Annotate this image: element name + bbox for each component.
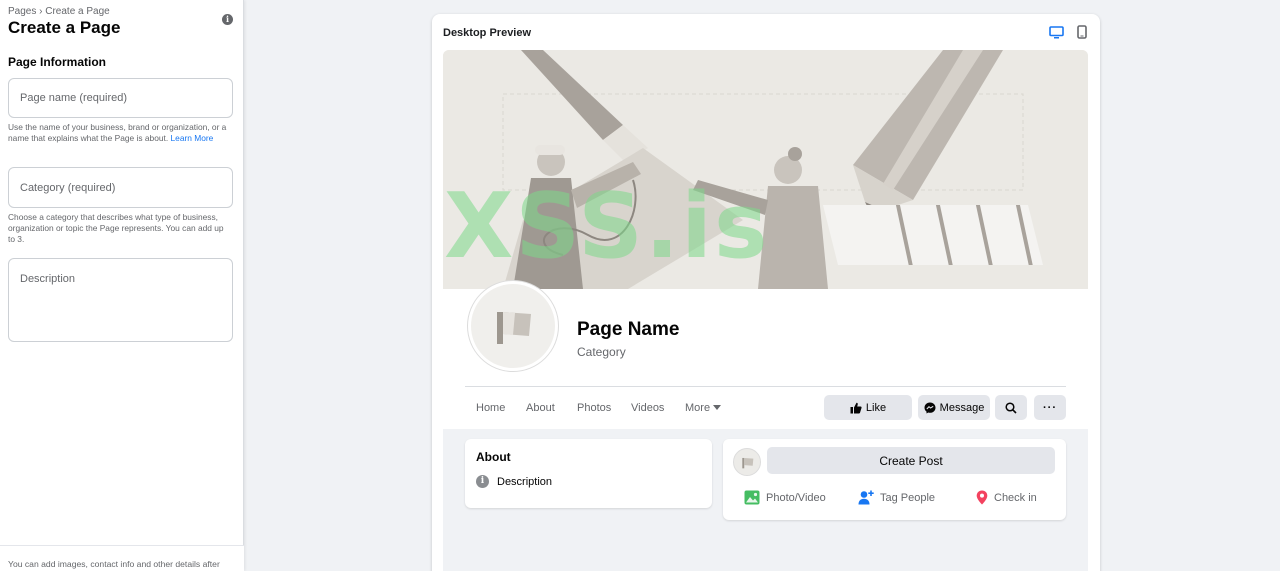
preview-page-name: Page Name [577,319,680,340]
tag-people-icon [858,490,874,505]
profile-picture[interactable] [468,281,558,371]
create-post-button[interactable]: Create Post [767,447,1055,474]
mobile-icon [1077,25,1087,39]
preview-title: Desktop Preview [443,27,532,39]
tab-videos[interactable]: Videos [631,402,664,414]
tag-people-label: Tag People [880,491,936,504]
tab-more[interactable]: More [685,402,722,414]
message-button[interactable]: Message [918,395,990,420]
about-description-row: i Description [476,475,552,488]
page-content-area: About i Description Create Post Photo/Vi… [443,429,1088,571]
page-name-field[interactable] [8,78,233,118]
flag-icon [741,457,753,468]
learn-more-link[interactable]: Learn More [171,133,214,143]
nav-divider [465,386,1066,387]
about-description: Description [497,475,553,488]
search-button[interactable] [995,395,1027,420]
create-page-sidebar: Pages › Create a Page Create a Page i Pa… [0,0,244,571]
message-label: Message [939,401,985,414]
check-in-button[interactable]: Check in [976,490,1037,505]
category-input[interactable] [9,168,232,207]
photo-video-label: Photo/Video [766,491,826,504]
info-icon[interactable]: i [222,14,233,25]
messenger-icon [924,402,936,413]
breadcrumb[interactable]: Pages › Create a Page [8,6,110,17]
caret-down-icon [713,405,722,410]
location-pin-icon [976,490,988,505]
search-icon [1005,401,1017,414]
cover-photo[interactable] [443,50,1088,289]
create-post-card: Create Post Photo/Video Tag People Check… [723,439,1066,520]
tab-photos[interactable]: Photos [577,402,611,414]
tag-people-button[interactable]: Tag People [858,490,935,505]
like-label: Like [865,401,887,414]
sidebar-footer: You can add images, contact info and oth… [0,545,244,571]
tab-more-label: More [685,402,711,414]
thumbs-up-icon [850,402,862,413]
footer-text: You can add images, contact info and oth… [8,559,220,569]
desktop-icon [1048,25,1064,38]
photo-icon [744,490,760,505]
more-options-button[interactable]: ··· [1034,395,1066,420]
like-button[interactable]: Like [824,395,912,420]
page-title: Create a Page [8,18,121,37]
check-in-label: Check in [994,491,1037,504]
flag-icon [497,312,531,344]
cover-illustration [443,50,1088,289]
desktop-preview-card: Desktop Preview Page Name Category Home … [432,14,1100,571]
tab-home[interactable]: Home [476,402,505,414]
section-title-page-information: Page Information [8,55,107,69]
category-field[interactable] [8,167,233,208]
about-title: About [476,450,511,464]
desktop-preview-button[interactable] [1048,24,1064,40]
photo-video-button[interactable]: Photo/Video [744,490,826,505]
page-name-help: Use the name of your business, brand or … [8,122,230,144]
description-field[interactable] [8,258,233,342]
description-input[interactable] [9,259,232,341]
info-icon: i [476,475,489,488]
preview-category: Category [577,345,626,359]
tab-about[interactable]: About [526,402,555,414]
page-name-input[interactable] [9,79,232,117]
mobile-preview-button[interactable] [1074,24,1090,40]
about-card: About i Description [465,439,712,508]
post-avatar [733,448,761,476]
category-help-text: Choose a category that describes what ty… [8,212,224,244]
